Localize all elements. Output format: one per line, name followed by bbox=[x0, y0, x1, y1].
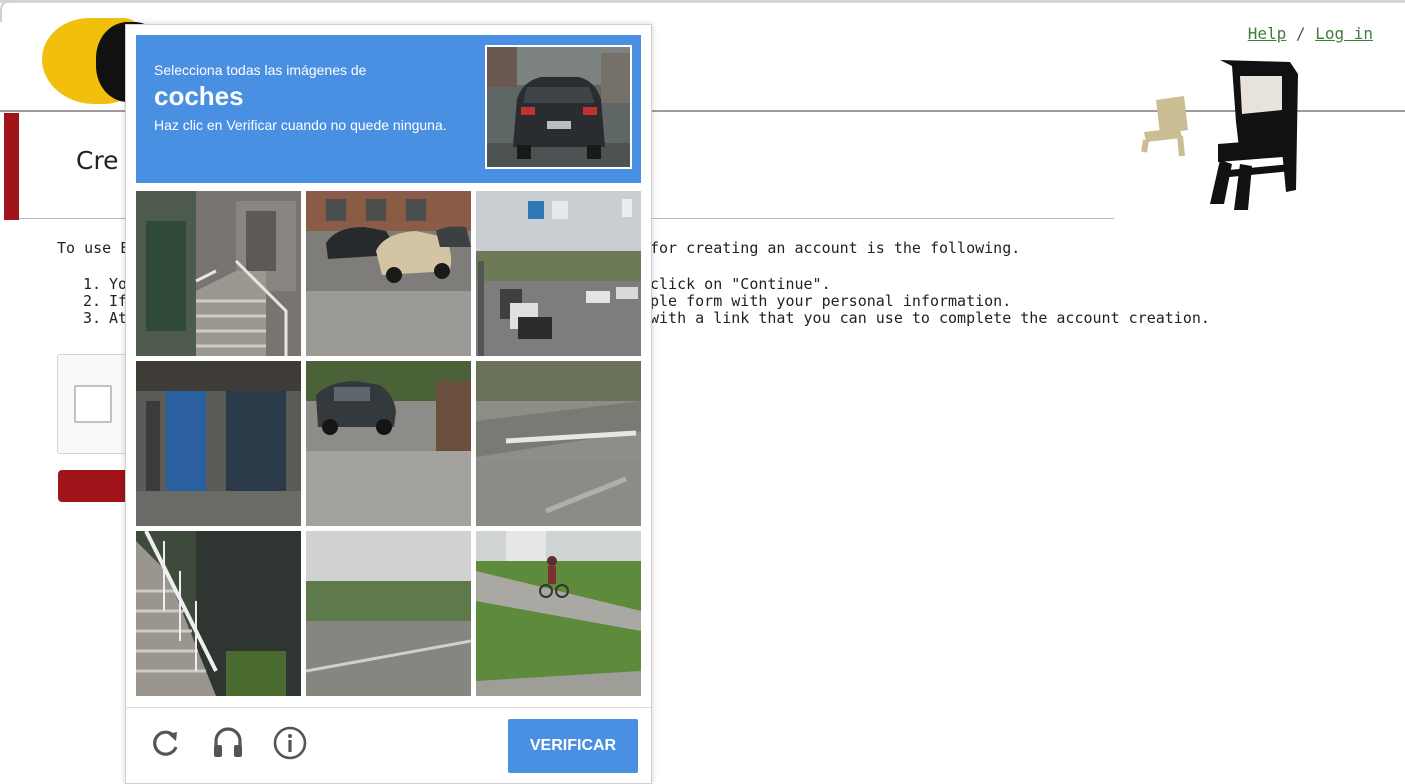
recaptcha-checkbox[interactable] bbox=[74, 385, 112, 423]
header-links: Help / Log in bbox=[1248, 24, 1373, 43]
intro-text-end: for creating an account is the following… bbox=[650, 239, 1021, 257]
challenge-header: Selecciona todas las imágenes de coches … bbox=[136, 35, 641, 183]
footer-divider bbox=[126, 707, 651, 708]
tile-building-stairs[interactable] bbox=[136, 191, 301, 356]
tile-street-traffic[interactable] bbox=[476, 191, 641, 356]
step-text-end: click on "Continue". bbox=[650, 275, 831, 293]
challenge-instruction: Selecciona todas las imágenes de bbox=[154, 62, 367, 78]
challenge-hint: Haz clic en Verificar cuando no quede ni… bbox=[154, 117, 447, 133]
step-text-end: with a link that you can use to complete… bbox=[650, 309, 1210, 327]
title-accent-bar bbox=[4, 113, 19, 220]
chair-illustration bbox=[1141, 60, 1298, 210]
step-number: 3. bbox=[83, 309, 102, 327]
reload-icon[interactable] bbox=[148, 725, 184, 761]
step-number: 2. bbox=[83, 292, 102, 310]
window-top-border bbox=[0, 0, 1405, 3]
verify-button[interactable]: VERIFICAR bbox=[508, 719, 638, 773]
sample-image bbox=[485, 45, 632, 169]
tile-cyclist-on-path[interactable] bbox=[476, 531, 641, 696]
step-number: 1. bbox=[83, 275, 102, 293]
audio-icon[interactable] bbox=[210, 725, 246, 761]
tile-outdoor-stairs[interactable] bbox=[136, 531, 301, 696]
intro-text-start: To use E bbox=[57, 239, 130, 257]
link-separator: / bbox=[1295, 24, 1306, 43]
image-grid bbox=[136, 191, 641, 696]
info-icon[interactable] bbox=[272, 725, 308, 761]
challenge-target: coches bbox=[154, 81, 244, 111]
captcha-challenge: Selecciona todas las imágenes de coches … bbox=[125, 24, 652, 784]
help-link[interactable]: Help bbox=[1248, 24, 1287, 43]
login-link[interactable]: Log in bbox=[1315, 24, 1373, 43]
step-text-end: ple form with your personal information. bbox=[650, 292, 1012, 310]
tile-intersection[interactable] bbox=[476, 361, 641, 526]
tile-car-on-road[interactable] bbox=[306, 361, 471, 526]
tile-parked-cars[interactable] bbox=[306, 191, 471, 356]
page-title: Cre bbox=[76, 146, 119, 175]
tile-field-road[interactable] bbox=[306, 531, 471, 696]
tile-storefront[interactable] bbox=[136, 361, 301, 526]
window-corner bbox=[0, 0, 10, 22]
